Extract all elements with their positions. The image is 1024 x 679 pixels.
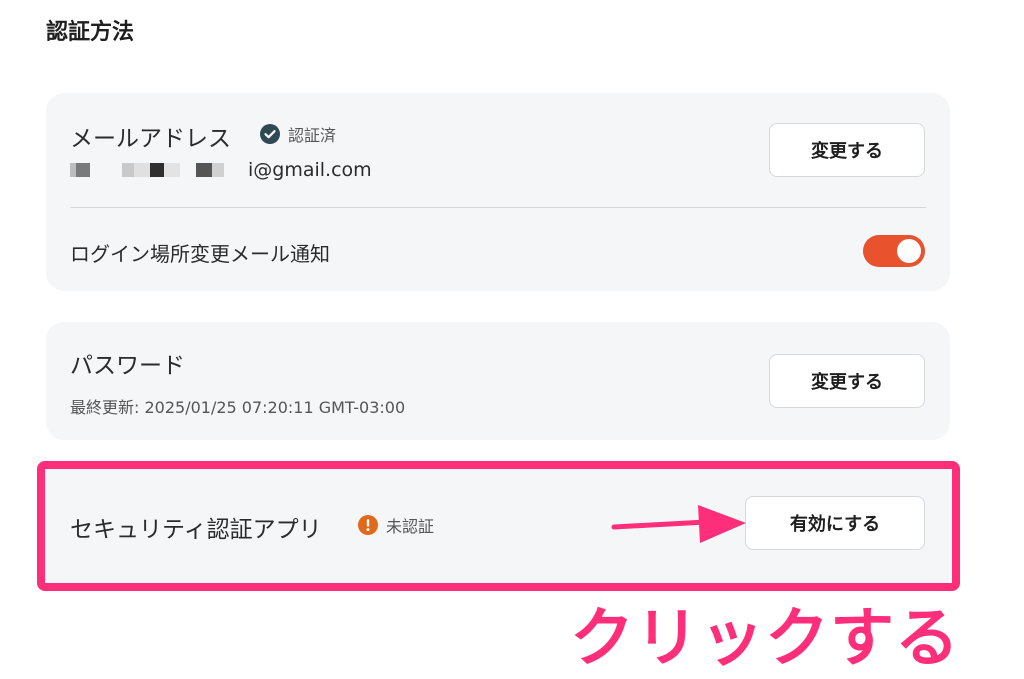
change-email-button[interactable]: 変更する xyxy=(769,123,925,177)
enable-auth-app-button[interactable]: 有効にする xyxy=(745,496,925,550)
arrow-right-icon xyxy=(611,505,746,543)
auth-app-title: セキュリティ認証アプリ xyxy=(70,517,322,543)
email-address-text: i@gmail.com xyxy=(248,159,372,181)
auth-app-status-text: 未認証 xyxy=(386,517,435,536)
email-card: メールアドレス 認証済 i@gmail.com 変更する ログイン場所変更メール… xyxy=(46,93,950,291)
check-circle-icon xyxy=(260,124,280,144)
email-status-badge: 認証済 xyxy=(260,122,336,146)
email-title: メールアドレス xyxy=(70,126,231,152)
login-notify-label: ログイン場所変更メール通知 xyxy=(70,242,330,266)
auth-app-status-badge: 未認証 xyxy=(358,513,434,537)
password-last-updated: 最終更新: 2025/01/25 07:20:11 GMT-03:00 xyxy=(70,398,406,417)
change-password-button[interactable]: 変更する xyxy=(769,354,925,408)
section-title: 認証方法 xyxy=(46,20,135,45)
auth-app-card: セキュリティ認証アプリ 未認証 有効にする xyxy=(44,466,950,584)
exclamation-circle-icon xyxy=(358,515,378,535)
toggle-knob xyxy=(897,239,921,263)
password-title: パスワード xyxy=(70,353,185,379)
login-notify-toggle[interactable] xyxy=(863,235,925,267)
email-status-text: 認証済 xyxy=(288,126,337,145)
divider xyxy=(70,207,926,208)
email-redacted xyxy=(70,163,224,177)
password-card: パスワード 最終更新: 2025/01/25 07:20:11 GMT-03:0… xyxy=(46,322,950,440)
email-address: i@gmail.com xyxy=(70,159,372,181)
annotation-text: クリックする xyxy=(570,602,960,676)
